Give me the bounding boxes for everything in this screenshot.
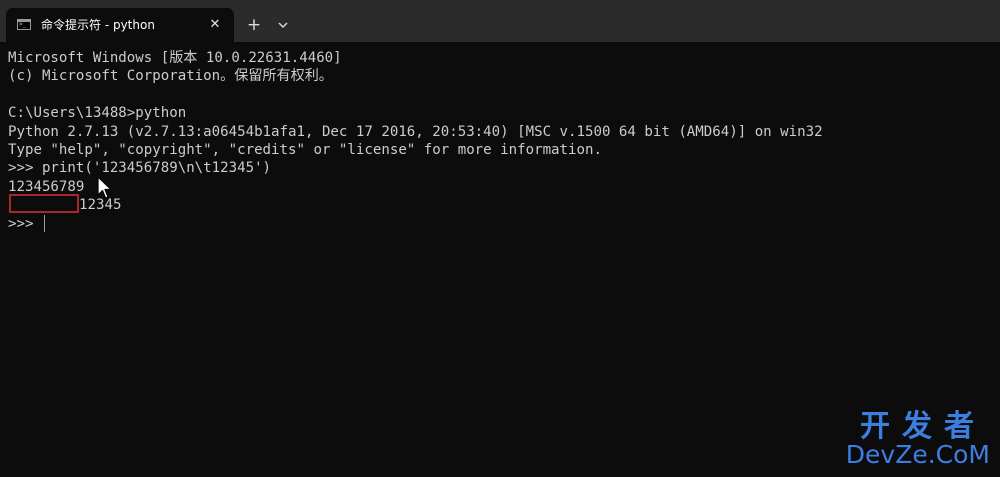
console-prompt-line[interactable]: >>>: [8, 214, 993, 233]
tab-dropdown-button[interactable]: [273, 15, 293, 35]
new-tab-button[interactable]: +: [243, 14, 265, 36]
cmd-prompt-icon-glyph: >_: [19, 21, 27, 28]
python-prompt: >>>: [8, 215, 42, 232]
tab-title: 命令提示符 - python: [41, 18, 155, 32]
console-line: Python 2.7.13 (v2.7.13:a06454b1afa1, Dec…: [8, 123, 823, 140]
tab-highlight-box: [9, 194, 79, 213]
watermark-logo: 开发者 DevZe.CoM: [840, 411, 990, 471]
text-cursor: [43, 214, 45, 232]
terminal-window: >_ 命令提示符 - python ✕ + Microsoft Windows …: [0, 0, 1000, 477]
console-line: Microsoft Windows [版本 10.0.22631.4460]: [8, 50, 342, 66]
chevron-down-icon: [278, 22, 288, 28]
console-line: C:\Users\13488>python: [8, 105, 187, 122]
console-line: (c) Microsoft Corporation。保留所有权利。: [8, 68, 333, 85]
watermark-chinese: 开发者: [860, 409, 986, 444]
tab-command-prompt[interactable]: >_ 命令提示符 - python ✕: [6, 8, 234, 42]
console-output[interactable]: Microsoft Windows [版本 10.0.22631.4460] (…: [8, 49, 993, 469]
tab-close-button[interactable]: ✕: [206, 16, 224, 34]
title-bar: >_ 命令提示符 - python ✕ +: [0, 0, 1000, 42]
console-line: 123456789: [8, 178, 85, 195]
console-line: Type "help", "copyright", "credits" or "…: [8, 141, 602, 158]
watermark-english: DevZe.CoM: [845, 440, 990, 469]
console-line: >>> print('123456789\n\t12345'): [8, 160, 272, 177]
cmd-prompt-icon: >_: [17, 19, 31, 30]
mouse-pointer-icon: [97, 176, 112, 199]
console-line-tab-output: 12345: [8, 196, 993, 214]
